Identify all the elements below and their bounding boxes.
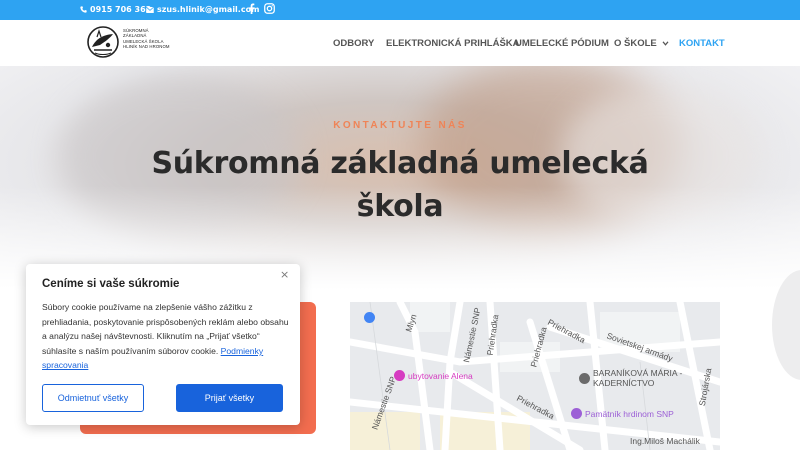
instagram-icon[interactable] <box>264 3 275 14</box>
page-title-line: škola <box>356 189 444 224</box>
site-logo[interactable]: SÚKROMNÁ ZÁKLADNÁ UMELECKÁ ŠKOLA HLINÍK … <box>86 25 178 59</box>
nav-item-elektronicka-prihlaska[interactable]: ELEKTRONICKÁ PRIHLÁŠKA <box>386 38 520 49</box>
logo-emblem-icon <box>87 26 119 58</box>
email-address: szus.hlinik@gmail.com <box>157 5 260 14</box>
map-poi-label: Ing.Miloš Machálik <box>630 436 700 446</box>
chevron-down-icon <box>662 41 669 46</box>
reject-all-button[interactable]: Odmietnuť všetky <box>42 384 144 412</box>
cookie-title: Ceníme si vaše súkromie <box>42 278 180 290</box>
phone-icon <box>80 6 87 13</box>
mail-icon <box>146 6 154 13</box>
nav-item-o-skole[interactable]: O ŠKOLE <box>614 38 669 49</box>
accept-all-button[interactable]: Prijať všetky <box>176 384 283 412</box>
logo-line: HLINÍK NAD HRONOM <box>123 44 170 50</box>
bed-icon <box>394 370 405 381</box>
map-poi-label: Pamätník hrdinom SNP <box>585 408 674 419</box>
facebook-icon[interactable] <box>248 3 255 14</box>
nav-item-label: O ŠKOLE <box>614 38 657 49</box>
hero-kicker: KONTAKTUJTE NÁS <box>333 120 467 131</box>
top-bar: 0915 706 363 szus.hlinik@gmail.com <box>0 0 800 20</box>
scissors-icon <box>579 372 590 384</box>
logo-text: SÚKROMNÁ ZÁKLADNÁ UMELECKÁ ŠKOLA HLINÍK … <box>123 28 170 50</box>
map-poi-shop-icon[interactable] <box>364 312 375 323</box>
phone-number: 0915 706 363 <box>90 5 152 14</box>
nav-item-odbory[interactable]: ODBORY <box>333 38 374 49</box>
cookie-consent-dialog: Ceníme si vaše súkromie × Súbory cookie … <box>26 264 300 425</box>
location-map[interactable]: Mlyn Námestie SNP Priehradka Priehradka … <box>350 302 720 450</box>
landmark-icon <box>571 408 582 419</box>
nav-item-umelecke-podium[interactable]: UMELECKÉ PÓDIUM <box>515 38 609 49</box>
email-contact[interactable]: szus.hlinik@gmail.com <box>146 5 259 14</box>
cookie-text: Súbory cookie používame na zlepšenie váš… <box>42 300 292 373</box>
site-header: SÚKROMNÁ ZÁKLADNÁ UMELECKÁ ŠKOLA HLINÍK … <box>0 20 800 66</box>
map-poi[interactable]: BARANÍKOVÁ MÁRIA - KADERNÍCTVO <box>579 368 699 388</box>
page-title-line: Súkromná základná umelecká <box>151 146 649 181</box>
phone-contact[interactable]: 0915 706 363 <box>80 5 151 14</box>
page-title: Súkromná základná umelecká škola <box>150 142 650 228</box>
map-poi[interactable]: Pamätník hrdinom SNP <box>571 408 674 419</box>
nav-item-kontakt[interactable]: KONTAKT <box>679 38 725 49</box>
map-poi[interactable]: Ing.Miloš Machálik <box>630 436 700 446</box>
map-poi-label: ubytovanie Alena <box>408 370 473 381</box>
map-poi-label: BARANÍKOVÁ MÁRIA - KADERNÍCTVO <box>593 368 683 388</box>
map-poi[interactable]: ubytovanie Alena <box>394 370 473 381</box>
close-icon[interactable]: × <box>280 268 289 281</box>
